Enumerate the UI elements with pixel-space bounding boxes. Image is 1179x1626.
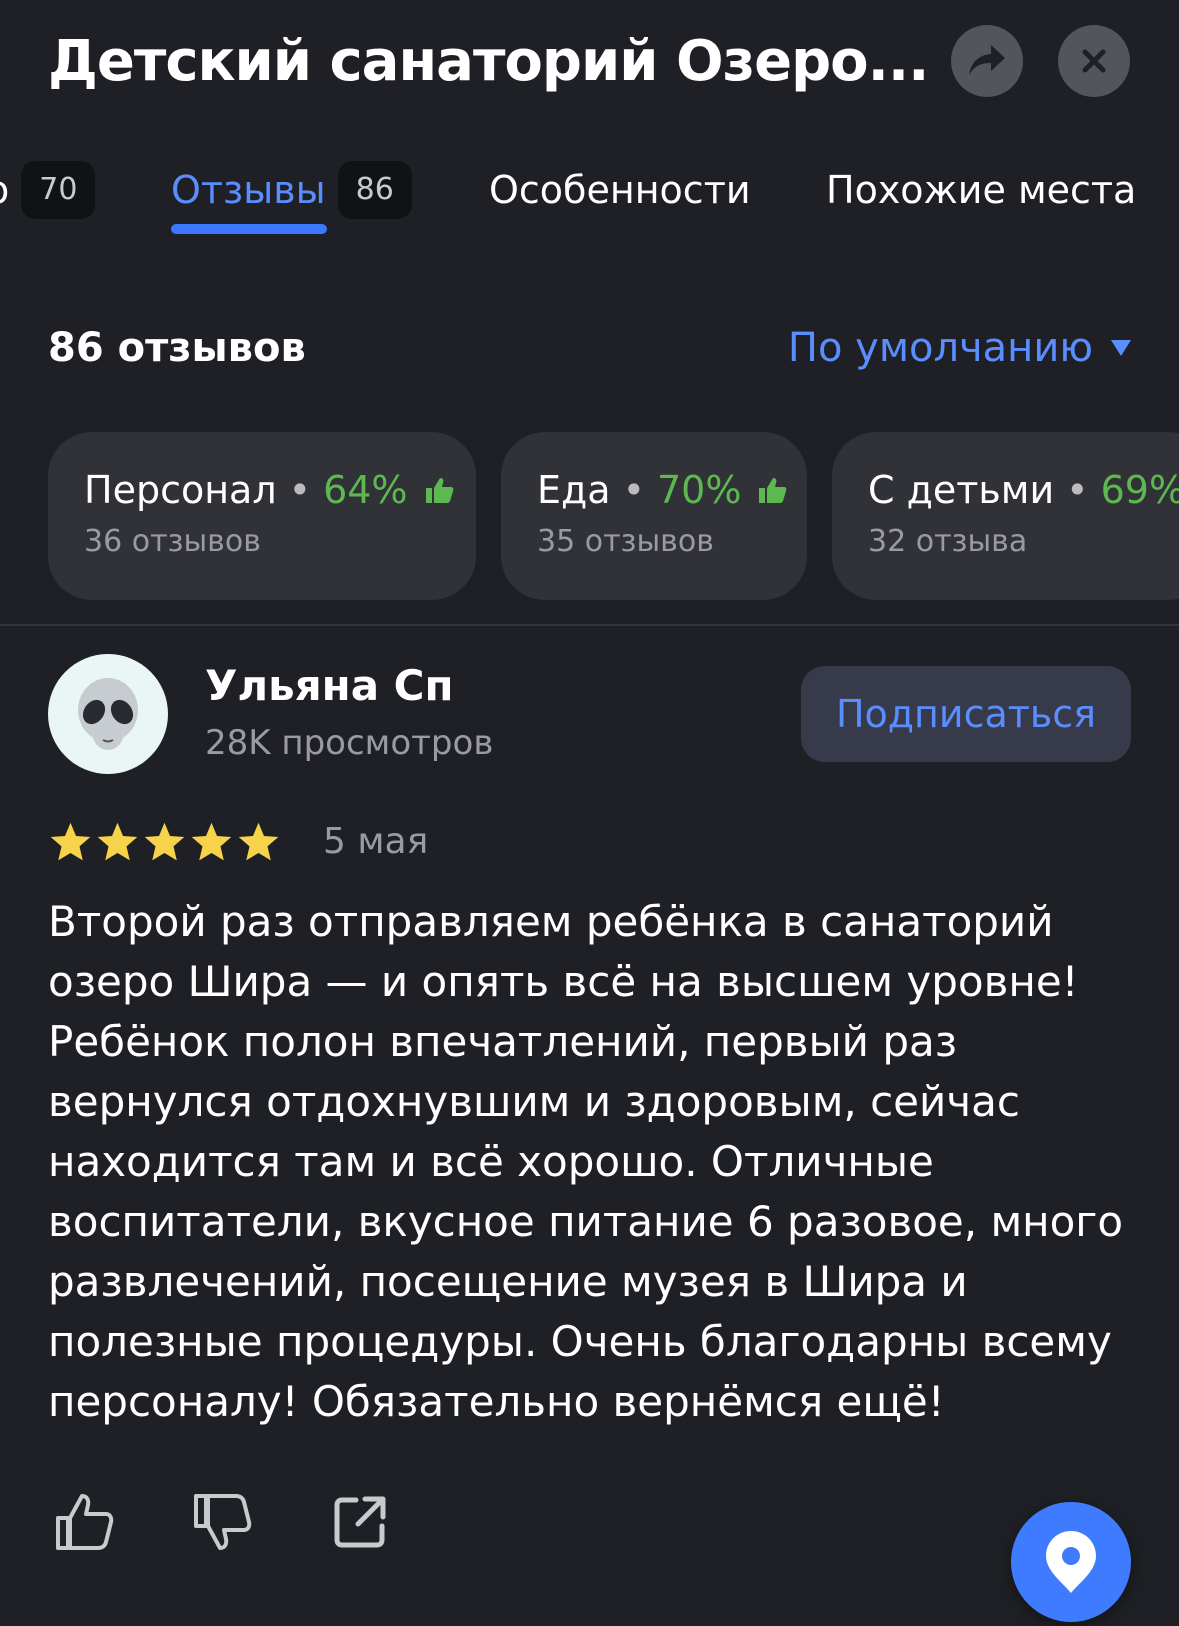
aspect-card-food[interactable]: Еда • 70% 35 отзывов [501, 432, 807, 600]
share-arrow-icon [969, 45, 1005, 75]
review-text: Второй раз отправляем ребёнка в санатори… [48, 897, 1124, 1426]
dislike-button[interactable] [190, 1490, 254, 1554]
author-name[interactable]: Ульяна Сп [205, 658, 454, 714]
star-icon [144, 822, 185, 861]
external-share-icon [334, 1496, 386, 1548]
reviews-count: 86 отзывов [48, 325, 306, 371]
like-button[interactable] [52, 1490, 116, 1554]
aspect-name: С детьми [868, 468, 1055, 512]
tab-features[interactable]: Особенности [489, 140, 751, 240]
thumbs-up-outline-icon [56, 1494, 114, 1550]
thumbs-down-outline-icon [194, 1494, 252, 1550]
close-icon [1082, 49, 1106, 73]
aspect-percent: 70% [657, 468, 742, 512]
sort-label: По умолчанию [787, 325, 1093, 371]
aspect-card-kids[interactable]: С детьми • 69% 32 отзыва [832, 432, 1179, 600]
star-icon [238, 822, 279, 861]
alien-avatar-icon [78, 678, 138, 750]
tab-count-badge: 86 [337, 161, 412, 219]
divider [0, 624, 1179, 626]
tab-label: Особенности [489, 168, 751, 212]
dropdown-arrow-icon [1111, 340, 1131, 356]
author-views: 28K просмотров [205, 723, 494, 763]
separator-dot: • [1066, 468, 1089, 512]
review-page: Детский санаторий Озеро... о 70 Отзывы 8… [0, 0, 1179, 1626]
aspect-name: Персонал [84, 468, 277, 512]
star-icon [191, 822, 232, 861]
map-pin-button[interactable] [1011, 1502, 1131, 1622]
aspect-percent: 69% [1100, 468, 1179, 512]
aspect-review-count: 32 отзыва [868, 524, 1028, 559]
aspect-card-staff[interactable]: Персонал • 64% 36 отзывов [48, 432, 476, 600]
aspect-percent: 64% [323, 468, 408, 512]
thumbs-up-icon [757, 476, 787, 504]
map-pin-icon [1046, 1531, 1096, 1593]
aspect-review-count: 35 отзывов [537, 524, 714, 559]
review-date: 5 мая [323, 821, 429, 862]
share-button[interactable] [951, 25, 1023, 97]
separator-dot: • [288, 468, 312, 512]
subscribe-button[interactable]: Подписаться [801, 666, 1131, 762]
aspect-review-count: 36 отзывов [84, 524, 261, 559]
sort-dropdown[interactable]: По умолчанию [788, 320, 1131, 376]
active-tab-indicator [171, 224, 327, 234]
close-button[interactable] [1058, 25, 1130, 97]
share-review-button[interactable] [328, 1490, 392, 1554]
page-title: Детский санаторий Озеро... [48, 29, 928, 94]
tab-label: Похожие места [826, 168, 1137, 212]
review-actions [52, 1490, 392, 1554]
tab-label: Отзывы [171, 168, 326, 212]
tab-label: о [0, 168, 9, 212]
aspect-name: Еда [537, 468, 611, 512]
tab-count-badge: 70 [21, 161, 96, 219]
star-icon [50, 822, 91, 861]
avatar[interactable] [48, 654, 168, 774]
separator-dot: • [622, 468, 645, 512]
thumbs-up-icon [424, 476, 454, 504]
tab-similar-places[interactable]: Похожие места [826, 140, 1136, 240]
rating-stars [48, 820, 281, 864]
tab-photos[interactable]: о 70 [0, 140, 96, 240]
star-icon [97, 822, 138, 861]
aspect-cards: Персонал • 64% 36 отзывов Еда • 70% 35 о… [0, 432, 1179, 600]
